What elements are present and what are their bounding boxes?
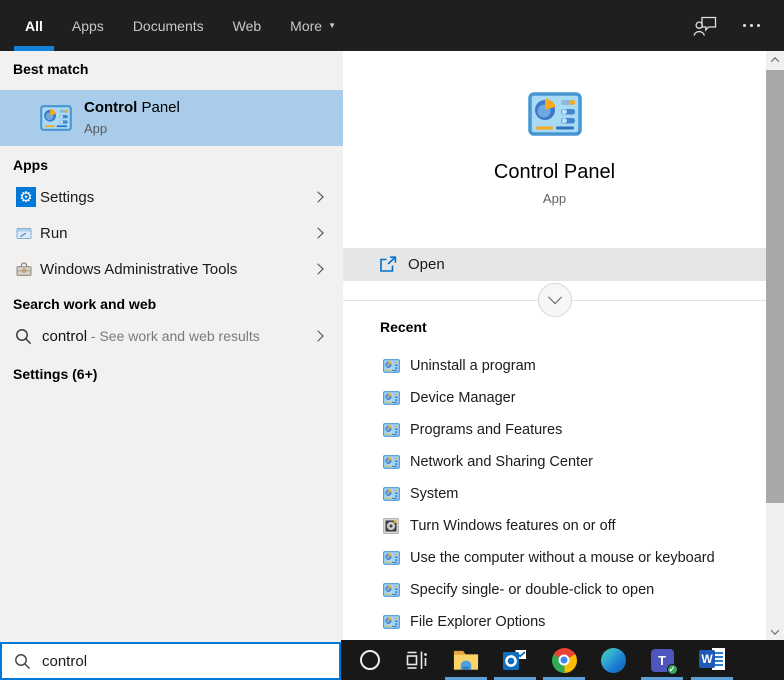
recent-row-turn-windows-features-on-or-off[interactable]: Turn Windows features on or off (343, 510, 766, 542)
best-match-result-control-panel[interactable]: Control Panel App (0, 90, 343, 146)
apps-section-header: Apps (13, 157, 48, 173)
recent-row-label: System (410, 486, 459, 502)
vertical-scrollbar[interactable] (766, 51, 784, 640)
search-filter-tabs: All Apps Documents Web More ▼ (14, 0, 365, 51)
recent-row-device-manager[interactable]: Device Manager (343, 382, 766, 414)
recent-row-label: File Explorer Options (410, 614, 546, 630)
scrollbar-thumb[interactable] (766, 70, 784, 503)
ellipsis-icon[interactable] (741, 20, 762, 31)
recent-row-label: Uninstall a program (410, 358, 536, 374)
chevron-right-icon (312, 263, 324, 275)
chevron-down-icon (547, 290, 562, 305)
app-row-label: Run (40, 224, 68, 242)
web-search-text: control - See work and web results (42, 327, 260, 345)
control-panel-small-icon (383, 615, 400, 629)
taskbar-outlook-button[interactable] (494, 640, 536, 680)
open-action-row[interactable]: Open (343, 248, 766, 281)
recent-row-label: Specify single- or double-click to open (410, 582, 655, 598)
recent-row-label: Turn Windows features on or off (410, 518, 616, 534)
actions-expander (343, 281, 766, 319)
taskbar-search-box[interactable] (0, 642, 341, 680)
open-external-icon (379, 256, 398, 273)
scroll-down-button[interactable] (766, 623, 784, 640)
best-match-title: Control Panel (84, 99, 180, 116)
control-panel-icon (40, 105, 72, 131)
control-panel-small-icon (383, 487, 400, 501)
best-match-header: Best match (13, 61, 89, 77)
recent-row-label: Network and Sharing Center (410, 454, 593, 470)
expand-actions-button[interactable] (537, 283, 572, 317)
windows-features-icon (383, 518, 399, 534)
tab-documents[interactable]: Documents (133, 0, 204, 51)
run-window-icon (16, 227, 32, 240)
chevron-down-icon: ▼ (328, 21, 336, 30)
topbar-right-icons (693, 0, 762, 51)
control-panel-small-icon (383, 455, 400, 469)
search-icon (15, 328, 32, 345)
app-row-label: Settings (40, 188, 95, 206)
chevron-right-icon (312, 191, 324, 203)
recent-row-use-the-computer-without-a-mouse-or-keyboard[interactable]: Use the computer without a mouse or keyb… (343, 542, 766, 574)
user-feedback-icon[interactable] (693, 15, 717, 36)
app-row-windows-administrative-tools[interactable]: Windows Administrative Tools (0, 251, 343, 287)
recent-row-programs-and-features[interactable]: Programs and Features (343, 414, 766, 446)
recent-row-uninstall-a-program[interactable]: Uninstall a program (343, 350, 766, 382)
web-search-result-row[interactable]: control - See work and web results (0, 318, 343, 354)
taskbar-chrome-button[interactable] (543, 640, 585, 680)
taskbar: T ✓ W (341, 640, 784, 680)
control-panel-small-icon (383, 583, 400, 597)
recent-row-label: Programs and Features (410, 422, 563, 438)
recent-row-system[interactable]: System (343, 478, 766, 510)
taskbar-teams-button[interactable]: T ✓ (641, 640, 683, 680)
best-match-subtitle: App (84, 121, 108, 136)
control-panel-small-icon (383, 391, 400, 405)
apps-result-list: ⚙ Settings Run Windows Administrative Too… (0, 179, 343, 287)
tab-label: All (25, 17, 43, 34)
settings-gear-icon: ⚙ (16, 187, 36, 207)
search-results-panel: Best match Control Panel App Apps ⚙ Setti… (0, 51, 343, 642)
search-header-bar: All Apps Documents Web More ▼ (0, 0, 784, 51)
control-panel-small-icon (383, 423, 400, 437)
tab-web[interactable]: Web (233, 0, 262, 51)
tab-label: More (290, 17, 323, 34)
search-input[interactable] (42, 652, 302, 670)
taskbar-task-view-button[interactable] (404, 640, 430, 680)
control-panel-small-icon (383, 551, 400, 565)
taskbar-file-explorer-button[interactable] (445, 640, 487, 680)
tab-apps[interactable]: Apps (72, 0, 104, 51)
tab-label: Documents (132, 17, 204, 34)
recent-items-list: Uninstall a program Device Manager Progr… (343, 350, 766, 638)
recent-row-specify-single-or-double-click-to-open[interactable]: Specify single- or double-click to open (343, 574, 766, 606)
taskbar-edge-button[interactable] (600, 640, 626, 680)
app-row-settings[interactable]: ⚙ Settings (0, 179, 343, 215)
taskbar-word-button[interactable]: W (691, 640, 733, 680)
tab-label: Web (232, 17, 262, 34)
control-panel-icon (527, 92, 582, 136)
chevron-up-icon (770, 56, 780, 66)
recent-section-header: Recent (380, 319, 427, 335)
chevron-right-icon (312, 227, 324, 239)
result-preview-panel: Control Panel App Open Recent Uninstall … (343, 51, 766, 642)
recent-row-file-explorer-options[interactable]: File Explorer Options (343, 606, 766, 638)
app-row-run[interactable]: Run (0, 215, 343, 251)
open-action-label: Open (408, 256, 445, 273)
scroll-up-button[interactable] (766, 51, 784, 68)
preview-app-subtitle: App (542, 191, 567, 206)
admin-tools-icon (16, 261, 32, 277)
recent-row-label: Use the computer without a mouse or keyb… (410, 550, 715, 566)
control-panel-small-icon (383, 359, 400, 373)
preview-app-title: Control Panel (493, 161, 616, 183)
search-work-web-header: Search work and web (13, 296, 157, 312)
recent-row-network-and-sharing-center[interactable]: Network and Sharing Center (343, 446, 766, 478)
tab-more[interactable]: More ▼ (290, 0, 336, 51)
app-row-label: Windows Administrative Tools (40, 260, 238, 278)
search-icon (14, 653, 31, 670)
tab-label: Apps (71, 17, 104, 34)
chevron-right-icon (312, 330, 324, 342)
chevron-down-icon (770, 625, 780, 635)
taskbar-cortana-button[interactable] (357, 640, 383, 680)
tab-all[interactable]: All (14, 0, 54, 51)
recent-row-label: Device Manager (410, 390, 516, 406)
settings-section-header: Settings (6+) (13, 366, 98, 382)
